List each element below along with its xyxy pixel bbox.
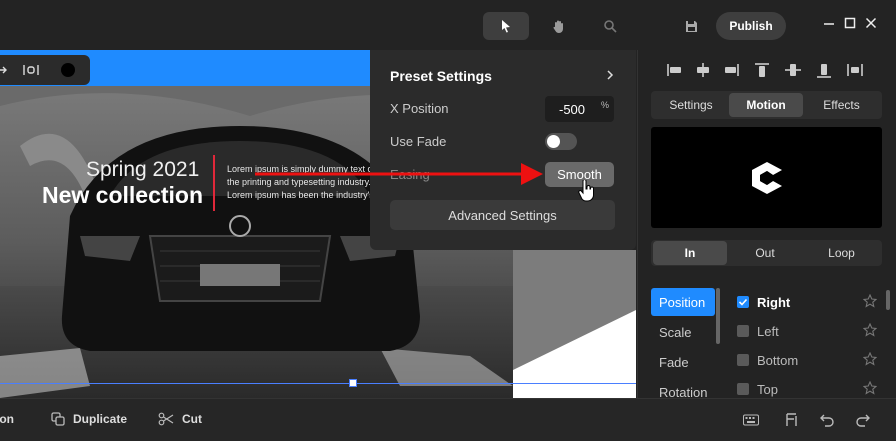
tab-motion[interactable]: Motion [729,93,803,117]
distribute-icon[interactable] [846,62,864,78]
align-left-icon[interactable] [666,62,684,78]
duplicate-button[interactable]: Duplicate [51,412,127,426]
maximize-button[interactable] [843,16,857,30]
x-position-label: X Position [390,101,449,116]
search-icon [604,20,617,33]
cut-label: Cut [182,412,202,426]
selection-outline [0,383,636,384]
mode-out[interactable]: Out [727,241,803,265]
chevron-right-icon[interactable] [606,69,614,81]
advanced-settings-button[interactable]: Advanced Settings [390,200,615,230]
align-center-horizontal-icon[interactable] [694,62,712,78]
hand-icon [553,20,563,33]
animation-preview[interactable] [651,127,882,228]
use-fade-label: Use Fade [390,134,447,149]
align-right-icon[interactable] [722,62,740,78]
direction-bottom-label: Bottom [757,352,799,368]
category-scale[interactable]: Scale [651,318,715,346]
hand-tool-button[interactable] [536,12,582,40]
direction-left-label: Left [757,323,779,339]
align-top-icon[interactable] [753,62,771,78]
select-tool-button[interactable] [483,12,529,40]
direction-top[interactable]: Top [737,378,877,400]
star-icon[interactable] [863,352,877,366]
cursor-arrow-icon [502,20,510,33]
panel-tabs: Settings Motion Effects [651,91,882,119]
hand-pointer-icon [578,180,594,202]
canvas-shape-block[interactable] [513,250,636,398]
star-icon[interactable] [863,294,877,308]
save-icon [685,20,697,32]
checkbox-left[interactable] [737,325,749,337]
keyboard-icon[interactable] [743,412,759,428]
color-swatch[interactable] [61,63,75,77]
cut-off-action-label: ion [0,412,14,426]
alignment-toolbar [638,58,896,82]
motion-mode-tabs: In Out Loop [651,240,882,266]
direction-bottom[interactable]: Bottom [737,349,877,371]
tab-effects[interactable]: Effects [803,93,880,117]
tab-settings[interactable]: Settings [653,93,729,117]
check-icon [738,298,748,306]
align-center-vertical-icon[interactable] [784,62,802,78]
minimize-icon [824,23,834,25]
preset-settings-title: Preset Settings [390,68,492,84]
text-format-icon[interactable] [784,412,800,428]
arrow-right-icon[interactable] [0,65,8,75]
save-button[interactable] [670,12,712,40]
x-position-value[interactable]: -500 [559,102,585,117]
direction-left[interactable]: Left [737,320,877,342]
floating-image-toolbar [0,55,90,85]
scissors-icon [158,412,174,426]
toggle-knob [547,135,560,148]
close-button[interactable] [864,16,878,30]
align-bottom-icon[interactable] [815,62,833,78]
maximize-icon [844,17,856,29]
x-position-unit: % [601,100,610,110]
cut-off-action[interactable]: ion [0,412,14,426]
direction-top-label: Top [757,381,778,397]
annotation-arrow-icon [255,163,543,185]
duplicate-icon [51,412,65,426]
checkbox-bottom[interactable] [737,354,749,366]
direction-scrollbar[interactable] [886,290,890,310]
headline-small[interactable]: Spring 2021 [86,158,199,182]
mode-in[interactable]: In [653,241,727,265]
redo-icon[interactable] [855,412,871,428]
fit-width-icon[interactable] [22,64,40,76]
checkbox-right[interactable] [737,296,749,308]
use-fade-toggle[interactable] [545,133,577,150]
category-scrollbar[interactable] [716,288,720,344]
star-icon[interactable] [863,323,877,337]
direction-right[interactable]: Right [737,291,877,313]
category-fade[interactable]: Fade [651,348,715,376]
publish-button[interactable]: Publish [716,12,786,40]
top-toolbar: Publish [0,0,896,50]
category-position[interactable]: Position [651,288,715,316]
duplicate-label: Duplicate [73,412,128,426]
mode-loop[interactable]: Loop [803,241,880,265]
zoom-tool-button[interactable] [587,12,633,40]
minimize-button[interactable] [822,16,836,30]
preset-settings-popover: Preset Settings X Position -500 % Use Fa… [370,50,636,250]
close-icon [865,17,877,29]
direction-right-label: Right [757,294,791,310]
headline-big[interactable]: New collection [42,182,203,209]
brand-logo-icon [752,162,782,194]
resize-handle[interactable] [349,379,357,387]
cut-button[interactable]: Cut [158,412,202,426]
bottom-toolbar: ion Duplicate Cut [0,398,896,441]
checkbox-top[interactable] [737,383,749,395]
undo-icon[interactable] [819,412,835,428]
star-icon[interactable] [863,381,877,395]
properties-panel: Settings Motion Effects In Out Loop Posi… [637,50,896,400]
x-position-field[interactable]: -500 % [545,96,614,122]
